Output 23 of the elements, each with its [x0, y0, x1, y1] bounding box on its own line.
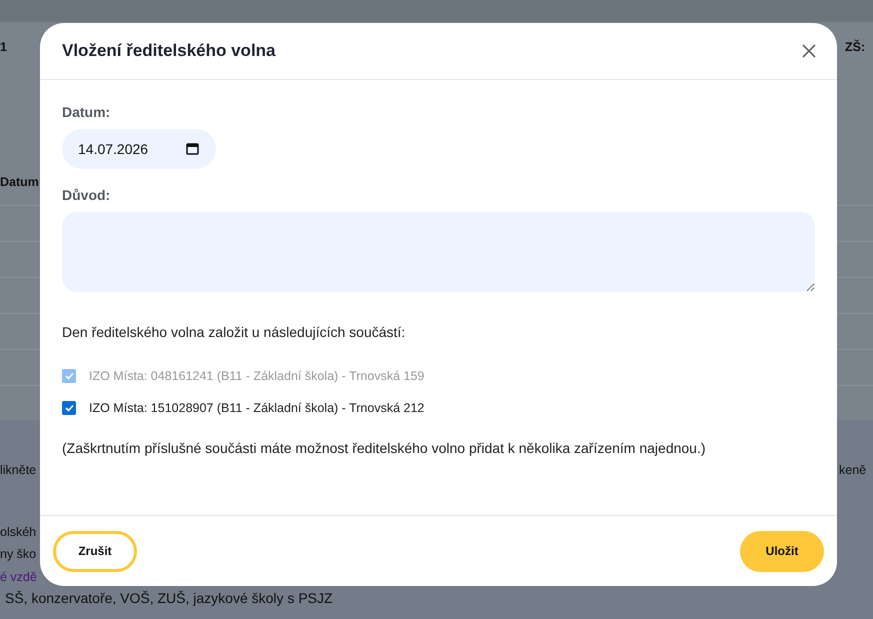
page-text: ny ško	[0, 547, 36, 561]
checkbox-label: IZO Místa: 048161241 (B11 - Základní škola) - Trnovská 159	[89, 369, 424, 383]
date-field[interactable]: 14.07.2026	[62, 129, 216, 169]
close-icon[interactable]	[801, 43, 817, 59]
page-text: likněte	[0, 463, 36, 477]
field-label: Datum:	[62, 104, 110, 120]
page-text: 1	[0, 40, 7, 54]
check-icon	[64, 404, 74, 412]
note-text: (Zaškrtnutím příslušné součásti máte možnost ředitelského volno přidat k několika zařízením najednou.)	[62, 440, 706, 456]
calendar-icon[interactable]	[186, 142, 199, 155]
checkbox[interactable]	[62, 401, 76, 415]
cancel-button[interactable]: Zrušit	[53, 530, 137, 572]
page-text: keně	[839, 463, 866, 477]
check-icon	[64, 372, 74, 380]
checkbox-label: IZO Místa: 151028907 (B11 - Základní škola) - Trnovská 212	[89, 401, 424, 415]
save-button[interactable]: Uložit	[740, 530, 824, 572]
page-text: olskéh	[0, 525, 36, 539]
dialog-title: Vložení ředitelského volna	[62, 41, 276, 61]
field-label: Důvod:	[62, 187, 110, 203]
components-label: Den ředitelského volna založit u následujících součástí:	[62, 324, 406, 340]
table-header: Datum	[0, 175, 39, 189]
page-text: ZŠ:	[845, 40, 866, 54]
page-text: SŠ, konzervatoře, VOŠ, ZUŠ, jazykové školy s PSJZ	[5, 590, 333, 606]
